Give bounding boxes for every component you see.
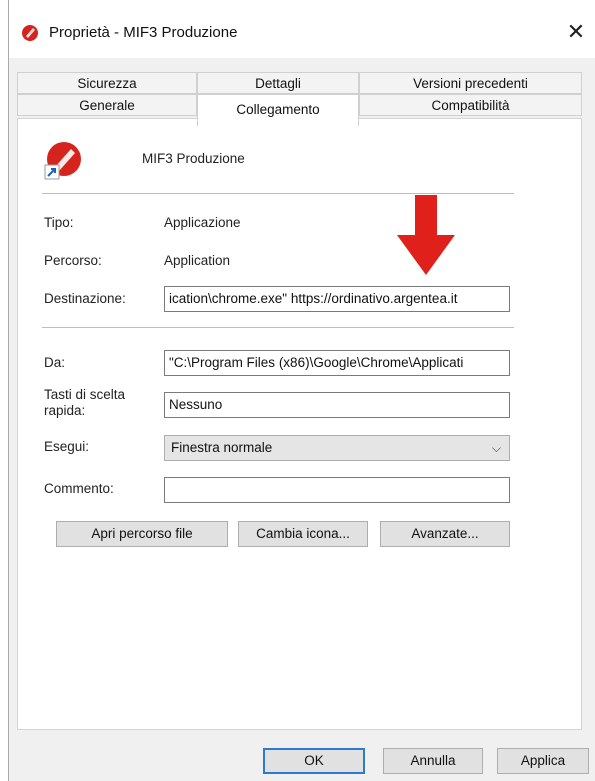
commento-label: Commento: bbox=[44, 481, 114, 496]
tab-dettagli[interactable]: Dettagli bbox=[197, 72, 359, 94]
tab-compatibilita[interactable]: Compatibilità bbox=[359, 94, 582, 116]
red-down-arrow-icon bbox=[397, 195, 455, 278]
shortcut-name: MIF3 Produzione bbox=[142, 151, 245, 166]
esegui-select-value: Finestra normale bbox=[171, 440, 273, 455]
commento-input[interactable] bbox=[164, 477, 510, 503]
separator bbox=[42, 193, 514, 194]
tipo-value: Applicazione bbox=[164, 215, 241, 230]
tasti-input[interactable]: Nessuno bbox=[164, 392, 510, 418]
tab-versioni-precedenti[interactable]: Versioni precedenti bbox=[359, 72, 582, 94]
destinazione-label: Destinazione: bbox=[44, 291, 126, 306]
close-button[interactable]: ✕ bbox=[556, 14, 595, 50]
chevron-down-icon: ⌵ bbox=[491, 441, 501, 455]
apri-percorso-button[interactable]: Apri percorso file bbox=[56, 521, 228, 547]
annulla-button[interactable]: Annulla bbox=[383, 748, 483, 774]
properties-window: Proprietà - MIF3 Produzione ✕ Sicurezza … bbox=[8, 0, 595, 781]
da-input[interactable]: "C:\Program Files (x86)\Google\Chrome\Ap… bbox=[164, 350, 510, 376]
arrow-shaft bbox=[415, 195, 437, 237]
arrow-head bbox=[397, 235, 455, 275]
ok-button[interactable]: OK bbox=[263, 748, 365, 774]
esegui-label: Esegui: bbox=[44, 439, 90, 454]
app-icon bbox=[21, 24, 39, 45]
da-label: Da: bbox=[44, 355, 66, 370]
destinazione-input[interactable]: ication\chrome.exe" https://ordinativo.a… bbox=[164, 286, 510, 312]
percorso-value: Application bbox=[164, 253, 231, 268]
tipo-label: Tipo: bbox=[44, 215, 74, 230]
window-title: Proprietà - MIF3 Produzione bbox=[49, 24, 238, 41]
separator bbox=[42, 327, 514, 328]
tab-generale[interactable]: Generale bbox=[17, 94, 197, 116]
avanzate-button[interactable]: Avanzate... bbox=[380, 521, 510, 547]
esegui-select[interactable]: Finestra normale ⌵ bbox=[164, 435, 510, 461]
title-bar: Proprietà - MIF3 Produzione ✕ bbox=[9, 0, 595, 58]
applica-button[interactable]: Applica bbox=[497, 748, 589, 774]
cambia-icona-button[interactable]: Cambia icona... bbox=[238, 521, 368, 547]
percorso-label: Percorso: bbox=[44, 253, 102, 268]
tasti-label: Tasti di scelta rapida: bbox=[44, 387, 126, 418]
tab-panel-collegamento: MIF3 Produzione Tipo: Applicazione Perco… bbox=[17, 118, 582, 730]
tab-collegamento[interactable]: Collegamento bbox=[197, 94, 359, 126]
shortcut-large-icon bbox=[44, 139, 84, 184]
tab-sicurezza[interactable]: Sicurezza bbox=[17, 72, 197, 94]
